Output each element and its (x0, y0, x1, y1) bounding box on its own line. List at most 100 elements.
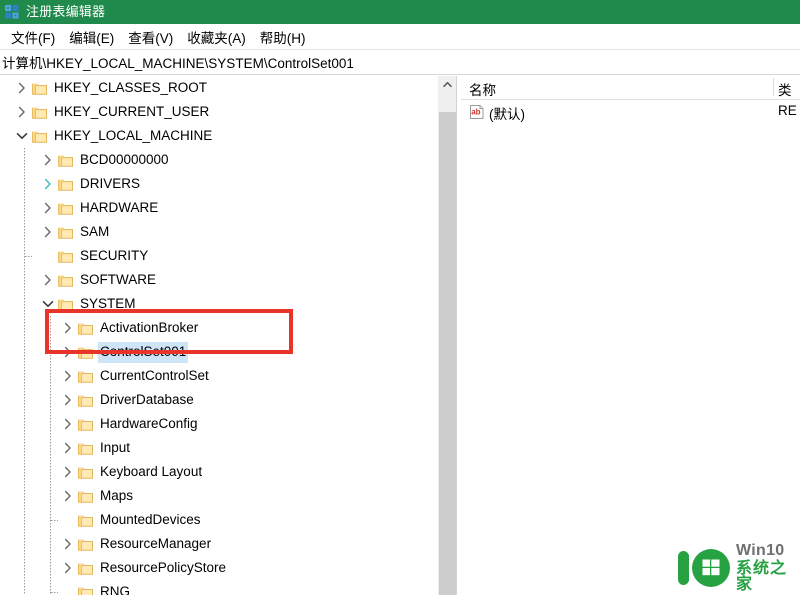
folder-icon (77, 556, 93, 580)
folder-icon (77, 460, 93, 484)
tree-item-keyboard-layout[interactable]: Keyboard Layout (0, 460, 434, 484)
expand-toggle[interactable] (15, 76, 29, 100)
tree-item-label[interactable]: ControlSet001 (98, 341, 189, 363)
tree-item-label[interactable]: ResourcePolicyStore (98, 558, 228, 579)
menu-view[interactable]: 查看(V) (121, 25, 180, 49)
tree-item-currentcontrolset[interactable]: CurrentControlSet (0, 364, 434, 388)
collapse-toggle[interactable] (15, 124, 29, 148)
tree-item-label[interactable]: HKEY_LOCAL_MACHINE (52, 126, 214, 147)
tree-item-label[interactable]: Input (98, 438, 132, 459)
menu-help[interactable]: 帮助(H) (253, 25, 313, 49)
expand-toggle[interactable] (61, 340, 75, 364)
tree-item-controlset001[interactable]: ControlSet001 (0, 340, 434, 364)
folder-icon (57, 179, 73, 191)
expand-toggle[interactable] (15, 100, 29, 124)
tree-item-label[interactable]: Keyboard Layout (98, 462, 204, 483)
tree-guide-line (24, 436, 25, 460)
folder-icon (77, 580, 93, 595)
menu-file[interactable]: 文件(F) (4, 25, 62, 49)
tree-item-label[interactable]: Maps (98, 486, 135, 507)
value-row[interactable]: ab (默认) RE (461, 100, 800, 124)
expand-toggle[interactable] (61, 316, 75, 340)
address-bar[interactable]: 计算机\HKEY_LOCAL_MACHINE\SYSTEM\ControlSet… (0, 50, 800, 75)
folder-icon (57, 203, 73, 215)
folder-icon (31, 100, 47, 124)
tree-item-hkey-classes-root[interactable]: HKEY_CLASSES_ROOT (0, 76, 434, 100)
title-bar: 注册表编辑器 (0, 0, 800, 24)
expand-toggle[interactable] (61, 556, 75, 580)
tree-item-resourcemanager[interactable]: ResourceManager (0, 532, 434, 556)
tree-item-label[interactable]: DriverDatabase (98, 390, 196, 411)
expand-toggle[interactable] (41, 172, 55, 196)
folder-icon (57, 196, 73, 220)
tree-item-label[interactable]: MountedDevices (98, 510, 203, 531)
tree-item-label[interactable]: DRIVERS (78, 174, 142, 195)
tree-guide-stub (25, 256, 32, 257)
tree-guide-line (24, 556, 25, 580)
tree-item-hardwareconfig[interactable]: HardwareConfig (0, 412, 434, 436)
folder-icon (77, 419, 93, 431)
tree-item-drivers[interactable]: DRIVERS (0, 172, 434, 196)
tree-item-label[interactable]: SAM (78, 222, 111, 243)
tree-item-mounteddevices[interactable]: MountedDevices (0, 508, 434, 532)
tree-item-label[interactable]: SYSTEM (78, 294, 138, 315)
tree-item-label[interactable]: HKEY_CURRENT_USER (52, 102, 211, 123)
tree-item-sam[interactable]: SAM (0, 220, 434, 244)
tree-item-input[interactable]: Input (0, 436, 434, 460)
expand-toggle[interactable] (61, 436, 75, 460)
tree-item-label[interactable]: HardwareConfig (98, 414, 200, 435)
folder-icon (31, 107, 47, 119)
tree-item-driverdatabase[interactable]: DriverDatabase (0, 388, 434, 412)
tree-guide-stub (51, 520, 58, 521)
tree-item-hardware[interactable]: HARDWARE (0, 196, 434, 220)
column-header-name[interactable]: 名称 (469, 79, 496, 99)
tree-item-rng[interactable]: RNG (0, 580, 434, 595)
column-header-type[interactable]: 类 (778, 79, 792, 99)
tree-item-label[interactable]: HKEY_CLASSES_ROOT (52, 78, 209, 99)
tree-guide-line (24, 340, 25, 364)
expand-toggle[interactable] (41, 220, 55, 244)
tree-item-label[interactable]: CurrentControlSet (98, 366, 211, 387)
expand-toggle[interactable] (61, 412, 75, 436)
tree-item-bcd00000000[interactable]: BCD00000000 (0, 148, 434, 172)
tree-scrollbar[interactable] (438, 76, 456, 595)
tree-item-label[interactable]: SOFTWARE (78, 270, 158, 291)
tree-item-label[interactable]: RNG (98, 582, 132, 595)
expand-toggle[interactable] (61, 460, 75, 484)
tree-item-security[interactable]: SECURITY (0, 244, 434, 268)
expand-toggle[interactable] (41, 148, 55, 172)
expand-toggle[interactable] (61, 484, 75, 508)
scroll-up-button[interactable] (439, 76, 456, 93)
svg-text:ab: ab (471, 108, 480, 117)
tree-guide-line (24, 508, 25, 532)
tree-item-hkey-current-user[interactable]: HKEY_CURRENT_USER (0, 100, 434, 124)
expand-toggle[interactable] (61, 364, 75, 388)
tree-item-label[interactable]: SECURITY (78, 246, 150, 267)
tree-item-system[interactable]: SYSTEM (0, 292, 434, 316)
values-pane[interactable]: 名称 类 ab (默认) RE (461, 76, 800, 595)
folder-icon (77, 395, 93, 407)
column-divider[interactable] (773, 78, 774, 96)
folder-icon (77, 371, 93, 383)
tree-item-hkey-local-machine[interactable]: HKEY_LOCAL_MACHINE (0, 124, 434, 148)
expand-toggle[interactable] (41, 196, 55, 220)
tree-item-label[interactable]: HARDWARE (78, 198, 160, 219)
tree-item-resourcepolicystore[interactable]: ResourcePolicyStore (0, 556, 434, 580)
tree-item-activationbroker[interactable]: ActivationBroker (0, 316, 434, 340)
scrollbar-thumb[interactable] (439, 112, 456, 595)
folder-icon (57, 155, 73, 167)
menu-edit[interactable]: 编辑(E) (62, 25, 121, 49)
tree-item-label[interactable]: ActivationBroker (98, 318, 200, 339)
expand-toggle[interactable] (61, 388, 75, 412)
tree-item-label[interactable]: BCD00000000 (78, 150, 171, 171)
tree-item-label[interactable]: ResourceManager (98, 534, 213, 555)
expand-toggle[interactable] (61, 532, 75, 556)
tree-item-maps[interactable]: Maps (0, 484, 434, 508)
key-tree-pane[interactable]: HKEY_CLASSES_ROOT HKEY_CURRENT_USER HKEY_L… (0, 76, 434, 595)
tree-item-software[interactable]: SOFTWARE (0, 268, 434, 292)
menu-favorites[interactable]: 收藏夹(A) (180, 25, 253, 49)
collapse-toggle[interactable] (41, 292, 55, 316)
folder-icon (57, 227, 73, 239)
expand-toggle[interactable] (41, 268, 55, 292)
chevron-right-icon (64, 370, 71, 382)
